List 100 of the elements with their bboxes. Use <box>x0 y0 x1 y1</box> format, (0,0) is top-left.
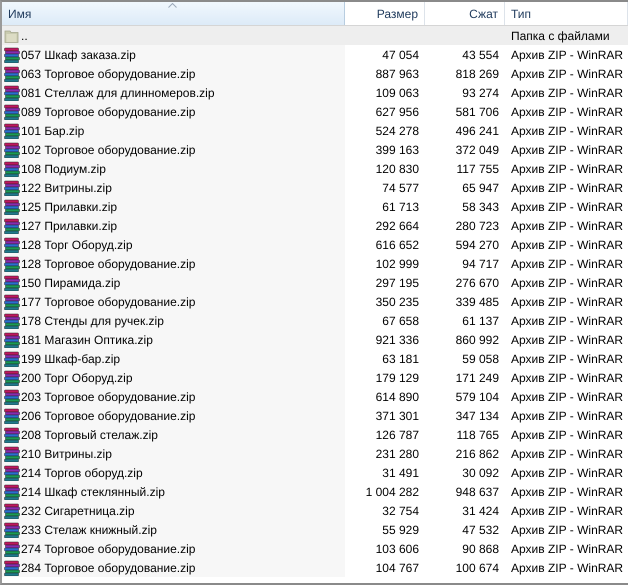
book-stack-icon <box>4 522 20 538</box>
packed-size: 90 868 <box>462 542 499 556</box>
book-stack-icon <box>4 122 20 138</box>
file-type: Архив ZIP - WinRAR <box>511 200 624 214</box>
file-size: 74 577 <box>382 180 419 194</box>
file-type: Архив ZIP - WinRAR <box>511 162 624 176</box>
file-type: Архив ZIP - WinRAR <box>511 408 624 422</box>
file-size: 32 754 <box>382 504 419 518</box>
book-stack-icon <box>4 236 20 252</box>
packed-size: 31 424 <box>462 504 499 518</box>
packed-size: 948 637 <box>456 484 499 498</box>
file-size: 371 301 <box>376 408 419 422</box>
book-stack-icon <box>4 426 20 442</box>
file-size: 63 181 <box>382 352 419 366</box>
file-name: 102 Торговое оборудование.zip <box>21 142 196 156</box>
packed-size: 171 249 <box>456 370 499 384</box>
packed-size: 30 092 <box>462 466 499 480</box>
file-type: Архив ZIP - WinRAR <box>511 370 624 384</box>
packed-size: 860 992 <box>456 332 499 346</box>
file-name: 127 Прилавки.zip <box>21 218 118 232</box>
file-type: Архив ZIP - WinRAR <box>511 66 624 80</box>
file-size: 61 713 <box>382 200 419 214</box>
file-type: Архив ZIP - WinRAR <box>511 124 624 138</box>
packed-size: 280 723 <box>456 218 499 232</box>
packed-size: 216 862 <box>456 446 499 460</box>
file-name: 089 Торговое оборудование.zip <box>21 104 196 118</box>
packed-size: 372 049 <box>456 142 499 156</box>
book-stack-icon <box>4 142 20 158</box>
file-name: 274 Торговое оборудование.zip <box>21 542 196 556</box>
file-size: 67 658 <box>382 314 419 328</box>
packed-size: 818 269 <box>456 66 499 80</box>
file-type: Архив ZIP - WinRAR <box>511 218 624 232</box>
file-name: 200 Торг Оборуд.zip <box>21 370 133 384</box>
book-stack-icon <box>4 540 20 556</box>
book-stack-icon <box>4 256 20 272</box>
book-stack-icon <box>4 332 20 348</box>
book-stack-icon <box>4 46 20 62</box>
file-type: Архив ZIP - WinRAR <box>511 466 624 480</box>
file-name: 150 Пирамида.zip <box>21 276 120 290</box>
file-type: Архив ZIP - WinRAR <box>511 104 624 118</box>
file-type: Архив ZIP - WinRAR <box>511 542 624 556</box>
file-size: 1 004 282 <box>366 484 419 498</box>
file-size: 231 280 <box>376 446 419 460</box>
file-type: Архив ZIP - WinRAR <box>511 390 624 404</box>
file-size: 887 963 <box>376 66 419 80</box>
packed-size: 65 947 <box>462 180 499 194</box>
file-name: 232 Сигаретница.zip <box>21 504 135 518</box>
file-size: 350 235 <box>376 294 419 308</box>
file-name: 122 Витрины.zip <box>21 180 112 194</box>
packed-size: 579 104 <box>456 390 499 404</box>
file-size: 921 336 <box>376 332 419 346</box>
file-name: 128 Торговое оборудование.zip <box>21 256 196 270</box>
file-name: 128 Торг Оборуд.zip <box>21 238 133 252</box>
file-type: Архив ZIP - WinRAR <box>511 428 624 442</box>
book-stack-icon <box>4 274 20 290</box>
file-name: 210 Витрины.zip <box>21 446 112 460</box>
file-size: 109 063 <box>376 86 419 100</box>
file-size: 31 491 <box>382 466 419 480</box>
file-size: 126 787 <box>376 428 419 442</box>
file-name: 178 Стенды для ручек.zip <box>21 314 164 328</box>
file-type: Архив ZIP - WinRAR <box>511 48 624 62</box>
file-name: 063 Торговое оборудование.zip <box>21 66 196 80</box>
book-stack-icon <box>4 218 20 234</box>
file-size: 120 830 <box>376 162 419 176</box>
column-header[interactable]: Имя <box>2 2 345 25</box>
file-size: 627 956 <box>376 104 419 118</box>
file-type: Архив ZIP - WinRAR <box>511 142 624 156</box>
book-stack-icon <box>4 312 20 328</box>
file-size: 104 767 <box>376 560 419 574</box>
file-size: 102 999 <box>376 256 419 270</box>
packed-size: 93 274 <box>462 86 499 100</box>
file-name: 108 Подиум.zip <box>21 162 106 176</box>
file-type: Архив ZIP - WinRAR <box>511 522 624 536</box>
book-stack-icon <box>4 484 20 500</box>
book-stack-icon <box>4 446 20 462</box>
packed-size: 594 270 <box>456 238 499 252</box>
file-size: 297 195 <box>376 276 419 290</box>
book-stack-icon <box>4 464 20 480</box>
file-name: 203 Торговое оборудование.zip <box>21 390 196 404</box>
book-stack-icon <box>4 180 20 196</box>
file-type: Архив ZIP - WinRAR <box>511 180 624 194</box>
file-size: 103 606 <box>376 542 419 556</box>
file-size: 55 929 <box>382 522 419 536</box>
packed-size: 61 137 <box>462 314 499 328</box>
packed-size: 496 241 <box>456 124 499 138</box>
book-stack-icon <box>4 388 20 404</box>
packed-size: 43 554 <box>462 48 499 62</box>
file-size: 616 652 <box>376 238 419 252</box>
book-stack-icon <box>4 160 20 176</box>
packed-size: 59 058 <box>462 352 499 366</box>
file-type: Архив ZIP - WinRAR <box>511 504 624 518</box>
file-name: 206 Торговое оборудование.zip <box>21 408 196 422</box>
file-name: 214 Торгов оборуд.zip <box>21 466 143 480</box>
book-stack-icon <box>4 294 20 310</box>
folder-icon <box>4 28 20 44</box>
file-size: 47 054 <box>382 48 419 62</box>
packed-size: 276 670 <box>456 276 499 290</box>
file-row[interactable]: .. Папка с файлами <box>2 26 628 45</box>
file-size: 292 664 <box>376 218 419 232</box>
file-type: Архив ZIP - WinRAR <box>511 314 624 328</box>
